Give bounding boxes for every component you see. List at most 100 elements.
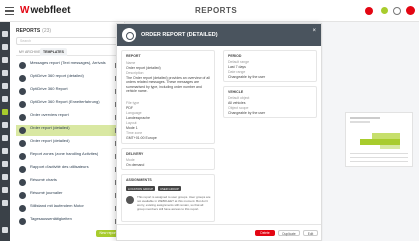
chart-icon xyxy=(19,179,26,186)
field-file-type: File type PDF xyxy=(126,101,139,110)
edit-button[interactable]: Edit xyxy=(303,230,318,236)
flag-icon[interactable] xyxy=(381,7,388,14)
report-list-item[interactable]: Tagesaussentätigkeiten xyxy=(16,216,120,227)
period-card-title: PERIOD xyxy=(228,54,242,58)
clock-icon xyxy=(19,218,26,225)
list-tabs: MY ARCHIVE TEMPLATES xyxy=(16,48,120,56)
report-list-item[interactable]: OptiDrive 360 report (detailed) xyxy=(16,73,120,84)
report-list-item[interactable]: OptiDrive 360 Report xyxy=(16,86,120,97)
report-list-item[interactable]: OptiDrive 360 Report (Erweiterfahrung) xyxy=(16,99,120,110)
report-list-item-label: OptiDrive 360 Report (Erweiterfahrung) xyxy=(30,99,100,104)
nav-alarms-icon[interactable] xyxy=(2,174,8,180)
nav-dashboard-icon[interactable] xyxy=(2,44,8,50)
report-list-item-label: OptiDrive 360 Report xyxy=(30,86,68,91)
report-list-item[interactable]: Report zones (zone handling Activites) xyxy=(16,151,120,162)
app-logo[interactable]: Wwebfleet xyxy=(20,5,70,16)
report-list-item[interactable]: Rapport d'activité des utilisateurs xyxy=(16,164,120,175)
delete-button[interactable]: Delete xyxy=(255,230,275,236)
report-list-item-label: Report zones (zone handling Activites) xyxy=(30,151,99,156)
report-list-item-label: Messages report (Text messages), Arrival… xyxy=(30,60,106,65)
nav-orders-icon[interactable] xyxy=(2,83,8,89)
nav-map-icon[interactable] xyxy=(2,31,8,37)
field-default-range: Default range Last 7 days xyxy=(228,60,249,69)
report-list-item-label: Rapport d'activité des utilisateurs xyxy=(30,164,89,169)
field-layout-label: Layout xyxy=(126,121,137,125)
report-list-panel: REPORTS (23) Search MY ARCHIVE TEMPLATES … xyxy=(10,22,125,241)
menu-icon[interactable] xyxy=(5,7,14,15)
assignments-note: This report is assigned to user groups. … xyxy=(137,195,211,211)
nav-places-icon[interactable] xyxy=(2,122,8,128)
field-description-value: The Order report (detailed) provides an … xyxy=(126,75,210,94)
preview-table-line-3 xyxy=(350,161,408,162)
field-description: Description The Order report (detailed) p… xyxy=(126,71,210,99)
nav-admin-icon[interactable] xyxy=(2,200,8,206)
nav-settings-icon[interactable] xyxy=(2,227,8,233)
report-list-item[interactable]: Résumé charts xyxy=(16,177,120,188)
field-default-object: Default object All vehicles xyxy=(228,96,249,105)
field-object-scope-value: Changeable by the user xyxy=(228,110,266,115)
page-title: REPORTS xyxy=(195,6,238,15)
location-group-chip[interactable]: LOCATION GROUP xyxy=(126,186,156,191)
field-language-value: Landessprache xyxy=(126,115,150,120)
preview-header-line-2 xyxy=(350,121,370,123)
delivery-card: DELIVERY Mode On demand xyxy=(121,148,215,170)
nav-fuel-icon[interactable] xyxy=(2,187,8,193)
gauge-icon xyxy=(19,88,26,95)
user-avatar-icon[interactable] xyxy=(406,6,415,15)
list-heading: REPORTS (23) xyxy=(16,28,51,34)
report-list-item[interactable]: Order overview report xyxy=(16,112,120,123)
report-list-item[interactable]: Résumé journalier xyxy=(16,190,120,201)
report-card: REPORT Name Order report (detailed) Descr… xyxy=(121,50,215,144)
zone-icon xyxy=(19,153,26,160)
help-icon[interactable] xyxy=(393,7,401,15)
nav-reports-icon[interactable] xyxy=(2,109,8,115)
report-list-item[interactable]: Stillstand mit laufendem Motor xyxy=(16,203,120,214)
group-icon xyxy=(126,196,134,204)
report-list-item-label: Résumé charts xyxy=(30,177,57,182)
field-layout: Layout Mode 1 xyxy=(126,121,138,130)
field-time-zone: Time zone GMT+01:00 Europe xyxy=(126,131,157,140)
report-list-item[interactable]: Order report (detailed) xyxy=(16,138,120,149)
tab-templates[interactable]: TEMPLATES xyxy=(40,48,67,56)
gauge-icon xyxy=(19,75,26,82)
vehicle-card: VEHICLE Default object All vehicles Objec… xyxy=(223,86,317,118)
field-delivery-mode-value: On demand xyxy=(126,162,145,167)
nav-messages-icon[interactable] xyxy=(2,96,8,102)
report-list-item-label: OptiDrive 360 report (detailed) xyxy=(30,73,84,78)
report-card-title: REPORT xyxy=(126,54,141,58)
report-preview-thumbnail[interactable] xyxy=(345,112,413,167)
field-layout-value: Mode 1 xyxy=(126,125,138,130)
nav-routes-icon[interactable] xyxy=(2,135,8,141)
preview-table-line xyxy=(350,153,408,154)
bell-icon[interactable] xyxy=(365,7,373,15)
field-name-value: Order report (detailed) xyxy=(126,65,161,70)
detail-footer: Delete Duplicate Edit xyxy=(117,224,321,240)
calendar-icon xyxy=(19,192,26,199)
report-list-item-label: Order report (detailed) xyxy=(30,125,70,130)
field-default-range-value: Last 7 days xyxy=(228,64,246,69)
top-bar: Wwebfleet REPORTS xyxy=(0,0,419,22)
nav-vehicles-icon[interactable] xyxy=(2,57,8,63)
user-icon xyxy=(19,166,26,173)
nav-drivers-icon[interactable] xyxy=(2,70,8,76)
report-list-item[interactable]: Order report (detailed) xyxy=(16,125,120,136)
nav-trips-icon[interactable] xyxy=(2,148,8,154)
report-list-item-label: Order report (detailed) xyxy=(30,138,70,143)
duplicate-button[interactable]: Duplicate xyxy=(278,230,300,236)
period-card: PERIOD Default range Last 7 days Date ran… xyxy=(223,50,317,82)
nav-sidebar xyxy=(0,22,10,241)
report-detail-panel: ORDER REPORT (DETAILED) × REPORT Name Ord… xyxy=(116,23,322,241)
field-file-type-label: File type xyxy=(126,101,140,105)
report-list-item[interactable]: Messages report (Text messages), Arrival… xyxy=(16,60,120,71)
search-input[interactable]: Search xyxy=(16,37,120,45)
field-default-object-label: Default object xyxy=(228,96,250,100)
order-icon xyxy=(19,140,26,147)
user-group-chip[interactable]: USER GROUP xyxy=(158,186,181,191)
report-list-item-label: Tagesaussentätigkeiten xyxy=(30,216,72,221)
report-list-item-label: Résumé journalier xyxy=(30,190,63,195)
preview-header-line xyxy=(350,117,380,119)
nav-logbook-icon[interactable] xyxy=(2,161,8,167)
close-icon[interactable]: × xyxy=(312,28,316,34)
field-default-object-value: All vehicles xyxy=(228,100,246,105)
assignments-card-title: ASSIGNMENTS xyxy=(126,178,152,182)
